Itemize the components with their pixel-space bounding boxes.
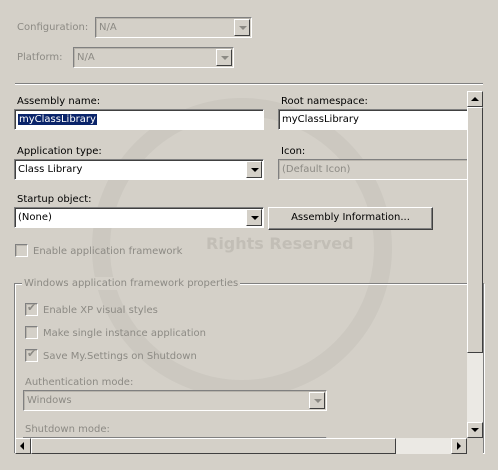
auth-mode-value: Windows (27, 395, 72, 406)
chevron-down-icon[interactable] (246, 209, 262, 226)
startup-object-value: (None) (18, 212, 52, 223)
xp-styles-checkbox[interactable]: ✔ (25, 301, 38, 316)
auth-mode-combo[interactable]: Windows (23, 390, 327, 411)
assembly-name-value: myClassLibrary (18, 114, 97, 125)
chevron-down-icon (309, 392, 325, 409)
enable-framework-checkbox[interactable] (15, 244, 28, 257)
platform-value: N/A (77, 52, 95, 63)
icon-value: (Default Icon) (282, 164, 351, 175)
chevron-down-icon (216, 49, 232, 66)
startup-object-label: Startup object: (17, 194, 92, 205)
check-icon: ✔ (27, 301, 37, 314)
configuration-label: Configuration: (17, 22, 89, 33)
assembly-name-input[interactable]: myClassLibrary (14, 109, 264, 130)
enable-framework-label: Enable application framework (33, 246, 183, 257)
scroll-left-icon[interactable] (15, 438, 31, 454)
xp-styles-label: Enable XP visual styles (43, 305, 158, 316)
top-separator (15, 83, 483, 85)
auth-mode-label: Authentication mode: (25, 377, 134, 388)
application-type-label: Application type: (17, 146, 102, 157)
icon-combo[interactable]: (Default Icon) (278, 159, 470, 180)
chevron-down-icon[interactable] (246, 161, 262, 178)
scroll-down-icon[interactable] (467, 422, 483, 438)
configuration-combo[interactable]: N/A (95, 17, 252, 38)
chevron-down-icon (234, 19, 250, 36)
platform-combo[interactable]: N/A (73, 47, 234, 68)
assembly-information-button[interactable]: Assembly Information... (268, 207, 433, 230)
horizontal-scrollbar-thumb[interactable] (31, 438, 396, 454)
framework-group-title: Windows application framework properties (22, 277, 241, 290)
shutdown-mode-label: Shutdown mode: (25, 424, 110, 435)
configuration-value: N/A (99, 22, 117, 33)
root-namespace-value: myClassLibrary (282, 114, 359, 125)
assembly-name-label: Assembly name: (17, 96, 101, 107)
single-instance-checkbox[interactable] (25, 326, 38, 339)
scroll-up-icon[interactable] (467, 91, 483, 107)
scroll-right-icon[interactable] (451, 438, 467, 454)
application-type-combo[interactable]: Class Library (14, 159, 264, 180)
icon-label: Icon: (281, 146, 306, 157)
platform-label: Platform: (17, 52, 63, 63)
watermark-text: Rights Reserved (206, 234, 354, 253)
single-instance-label: Make single instance application (43, 328, 207, 339)
application-type-value: Class Library (18, 164, 83, 175)
vertical-scrollbar-thumb[interactable] (467, 107, 483, 353)
check-icon: ✔ (27, 347, 37, 360)
scrollbar-corner (467, 438, 483, 454)
save-settings-checkbox[interactable]: ✔ (25, 347, 38, 362)
root-namespace-label: Root namespace: (281, 96, 368, 107)
startup-object-combo[interactable]: (None) (14, 207, 264, 228)
save-settings-label: Save My.Settings on Shutdown (43, 351, 197, 362)
root-namespace-input[interactable]: myClassLibrary (278, 109, 470, 130)
